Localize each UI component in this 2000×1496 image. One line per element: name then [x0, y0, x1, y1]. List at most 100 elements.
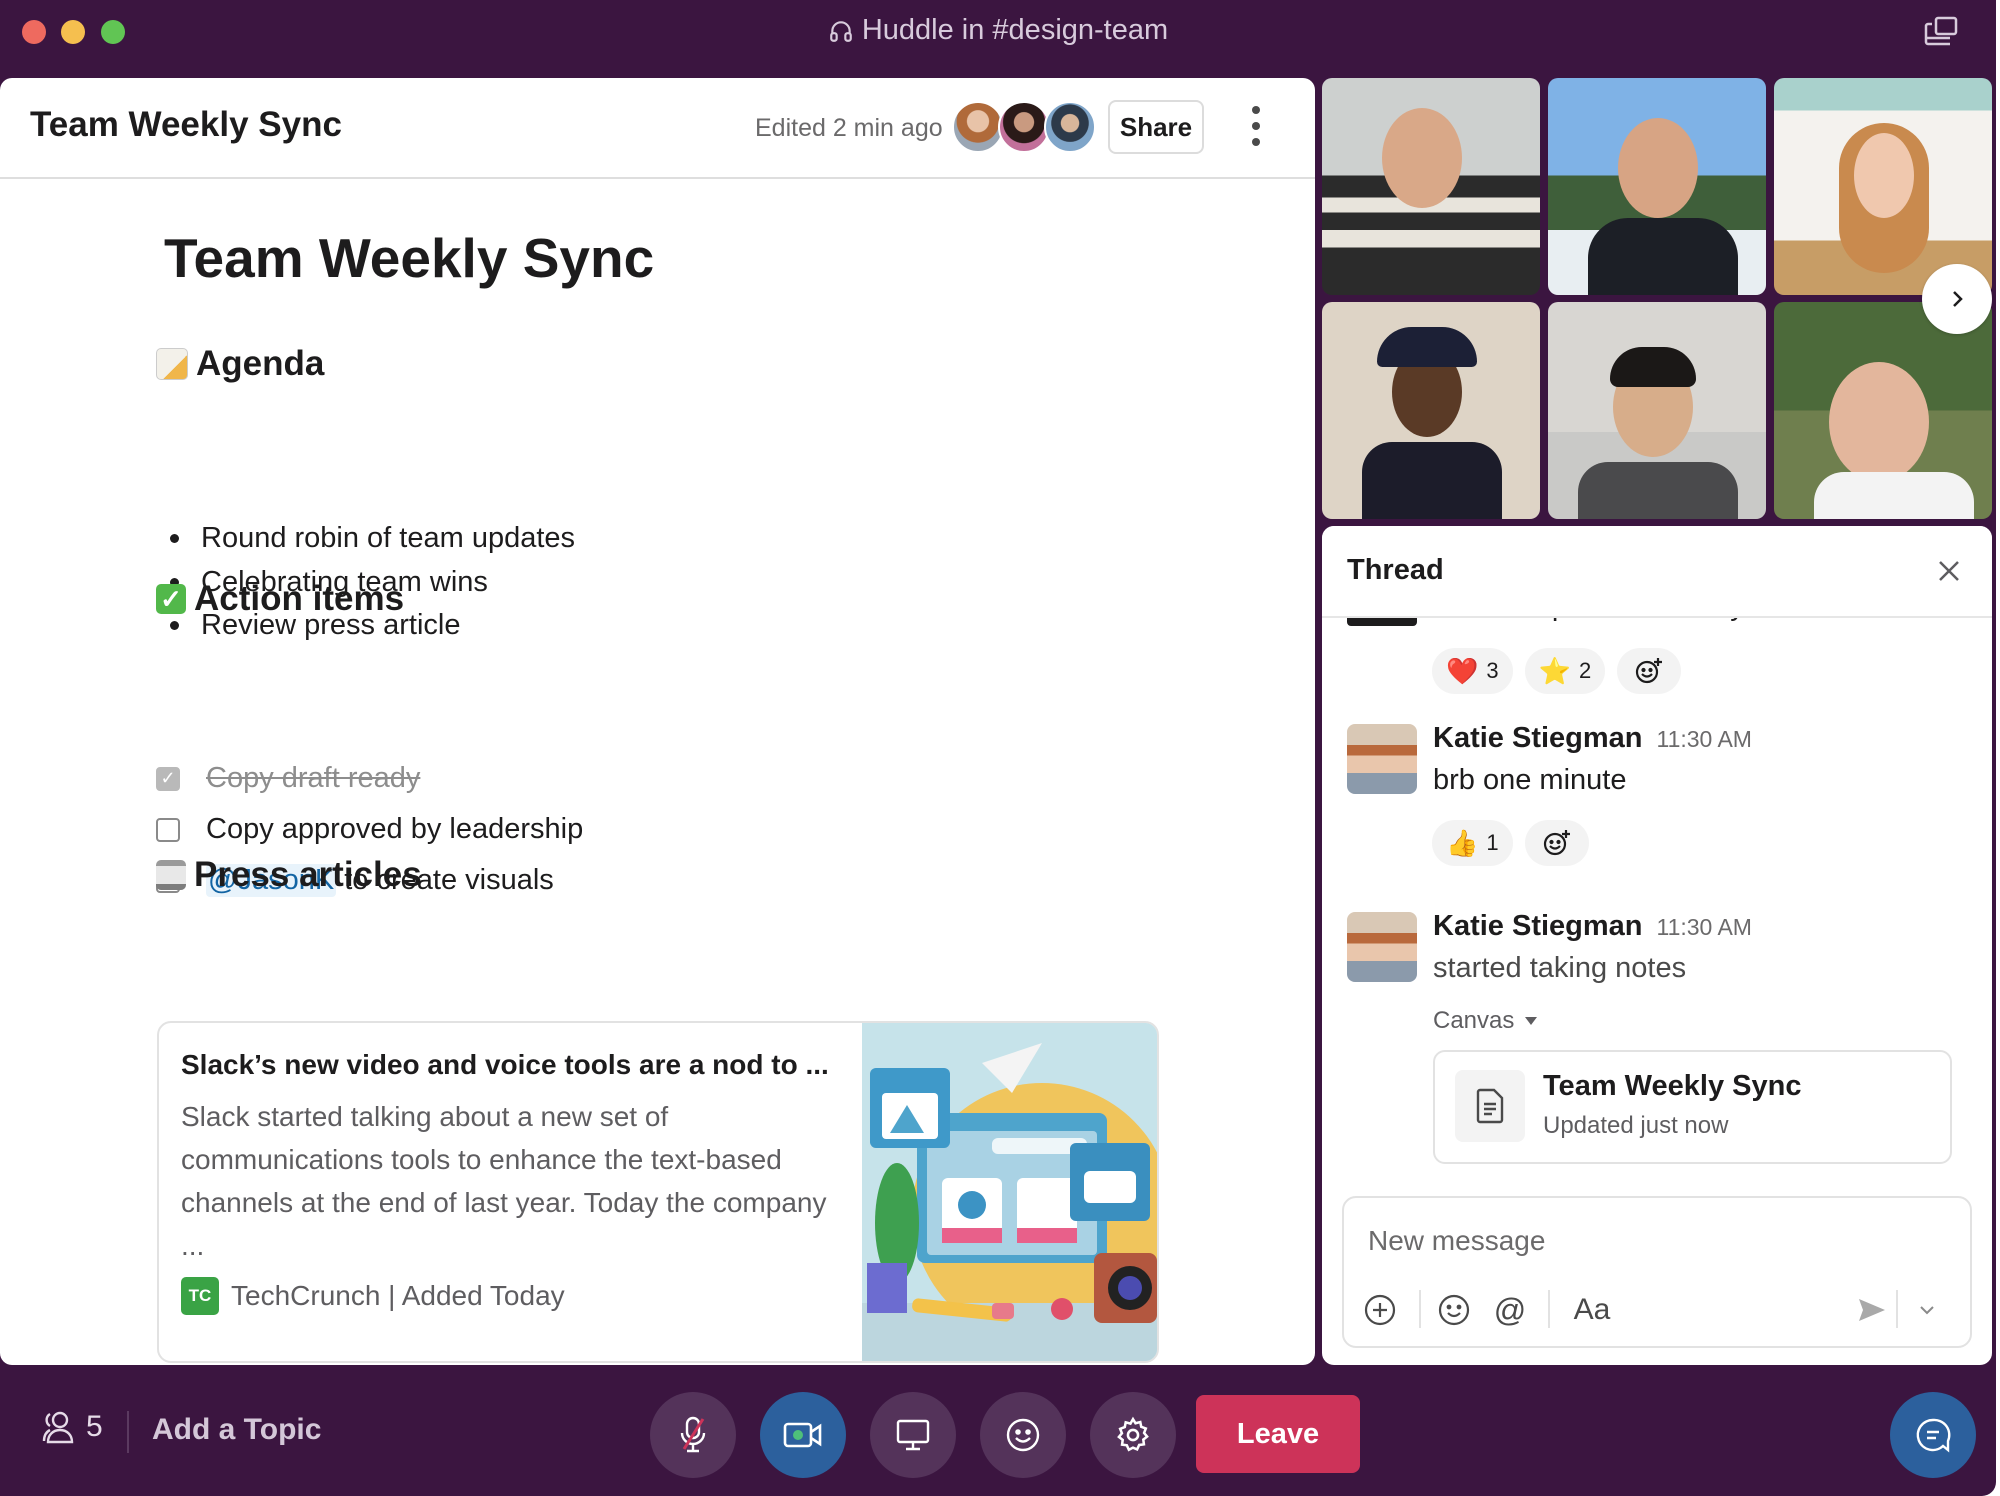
task-item: ✓ Copy draft ready: [156, 753, 583, 804]
article-title[interactable]: Slack’s new video and voice tools are a …: [181, 1049, 981, 1081]
canvas-attachment-title: Team Weekly Sync: [1543, 1070, 1802, 1102]
task-checkbox-checked[interactable]: ✓: [156, 766, 180, 791]
plus-circle-icon: [1364, 1294, 1396, 1326]
article-illustration: [862, 1023, 1157, 1361]
thread-title: Thread: [1347, 554, 1444, 586]
huddle-window: Huddle in #design-team Team Weekly Sync …: [0, 0, 1996, 1496]
video-tile[interactable]: [1774, 302, 1992, 519]
participants-button[interactable]: 5: [38, 1409, 103, 1445]
author-name[interactable]: Katie Stiegman: [1433, 722, 1643, 754]
add-reaction-icon: [1636, 658, 1663, 684]
canvas-attachment-toggle[interactable]: Canvas: [1433, 1007, 1538, 1035]
reaction-bar: 👍 1: [1432, 820, 1589, 866]
send-icon: [1859, 1299, 1885, 1321]
share-screen-button[interactable]: [870, 1392, 956, 1478]
message-author[interactable]: Katie Stiegman 11:30 AM: [1433, 722, 1752, 755]
avatar[interactable]: [952, 101, 1004, 153]
newspaper-icon: [156, 860, 186, 890]
mute-microphone-button[interactable]: [650, 1392, 736, 1478]
action-items-heading-text: Action items: [194, 579, 405, 618]
smiley-icon: [1438, 1294, 1470, 1326]
toggle-thread-button[interactable]: [1890, 1392, 1976, 1478]
canvas-title: Team Weekly Sync: [164, 227, 655, 289]
task-checkbox[interactable]: [156, 817, 180, 842]
toolbar-divider: [1548, 1290, 1550, 1328]
emoji-button[interactable]: [1436, 1292, 1472, 1328]
huddle-controls: 5 Add a Topic Leave: [0, 1365, 1996, 1496]
close-thread-button[interactable]: [1934, 556, 1964, 586]
message-input[interactable]: [1366, 1220, 1940, 1262]
canvas-header: Team Weekly Sync Edited 2 min ago Share: [0, 78, 1315, 179]
video-tile[interactable]: [1548, 78, 1766, 295]
close-icon: [1939, 561, 1959, 581]
formatting-button[interactable]: Aa: [1562, 1292, 1622, 1328]
avatar[interactable]: [1044, 101, 1096, 153]
video-tile[interactable]: [1322, 302, 1540, 519]
avatar[interactable]: [998, 101, 1050, 153]
press-articles-heading: Press articles: [156, 855, 422, 895]
heart-icon: ❤️: [1446, 656, 1479, 686]
people-icon: [42, 1411, 74, 1444]
agenda-heading: Agenda: [156, 344, 324, 384]
article-card[interactable]: Slack’s new video and voice tools are a …: [157, 1021, 1159, 1363]
canvas-panel: Team Weekly Sync Edited 2 min ago Share …: [0, 78, 1315, 1365]
article-source: TC TechCrunch | Added Today: [181, 1277, 981, 1315]
avatar: [1347, 618, 1417, 626]
kebab-menu-icon[interactable]: [1240, 106, 1272, 146]
monitor-icon: [896, 1419, 930, 1451]
attach-button[interactable]: [1362, 1292, 1398, 1328]
window-title: Huddle in #design-team: [0, 14, 1996, 47]
article-thumbnail: [862, 1023, 1157, 1361]
caret-down-icon: [1525, 1017, 1538, 1025]
smiley-icon: [1006, 1418, 1040, 1452]
camera-button[interactable]: [760, 1392, 846, 1478]
author-name[interactable]: Katie Stiegman: [1433, 910, 1643, 942]
reaction-count: 3: [1486, 658, 1499, 683]
title-bar: Huddle in #design-team: [0, 0, 1996, 78]
reaction-heart[interactable]: ❤️ 3: [1432, 648, 1513, 694]
toolbar-divider: [1896, 1290, 1898, 1328]
document-icon: [1455, 1070, 1525, 1142]
microphone-muted-icon: [680, 1416, 706, 1453]
video-tile[interactable]: [1322, 78, 1540, 295]
reaction-star[interactable]: ⭐ 2: [1524, 648, 1606, 694]
popout-window-icon[interactable]: [1924, 16, 1958, 46]
reaction-thumbs-up[interactable]: 👍 1: [1432, 820, 1513, 866]
next-participants-button[interactable]: [1922, 264, 1992, 334]
participant-count: 5: [86, 1410, 103, 1443]
message-author[interactable]: Katie Stiegman 11:30 AM: [1433, 910, 1752, 943]
add-topic-button[interactable]: Add a Topic: [152, 1413, 321, 1447]
at-sign-icon: @: [1493, 1291, 1527, 1328]
add-reaction-button[interactable]: [1617, 648, 1682, 694]
message-timestamp[interactable]: 11:30 AM: [1657, 914, 1752, 940]
avatar[interactable]: [1347, 724, 1417, 794]
check-mark-icon: ✓: [156, 584, 186, 614]
divider: [127, 1411, 129, 1453]
window-title-text: Huddle in #design-team: [861, 14, 1169, 46]
message-timestamp[interactable]: 11:30 AM: [1657, 726, 1752, 752]
mention-button[interactable]: @: [1492, 1292, 1528, 1328]
canvas-attachment-subtitle: Updated just now: [1543, 1112, 1729, 1139]
thumbs-up-icon: 👍: [1446, 828, 1479, 858]
add-reaction-button[interactable]: [1524, 820, 1589, 866]
agenda-heading-text: Agenda: [196, 344, 325, 383]
collaborator-avatars[interactable]: [952, 101, 1096, 153]
chat-bubble-icon: [1916, 1418, 1951, 1453]
send-options-button[interactable]: [1909, 1292, 1945, 1328]
toolbar-divider: [1419, 1290, 1421, 1328]
action-items-heading: ✓ Action items: [156, 579, 404, 619]
leave-button[interactable]: Leave: [1196, 1395, 1360, 1473]
press-heading-text: Press articles: [194, 855, 422, 894]
settings-button[interactable]: [1090, 1392, 1176, 1478]
message-text: started taking notes: [1433, 952, 1687, 984]
canvas-attachment-card[interactable]: Team Weekly Sync Updated just now: [1433, 1050, 1952, 1164]
add-reaction-icon: [1543, 830, 1570, 856]
reactions-button[interactable]: [980, 1392, 1066, 1478]
chevron-right-icon: [1953, 291, 1963, 307]
video-tile[interactable]: [1548, 302, 1766, 519]
send-button[interactable]: [1854, 1292, 1890, 1328]
avatar[interactable]: [1347, 912, 1417, 982]
thread-header: Thread: [1322, 526, 1992, 618]
video-tile[interactable]: [1774, 78, 1992, 295]
share-button[interactable]: Share: [1108, 100, 1204, 154]
